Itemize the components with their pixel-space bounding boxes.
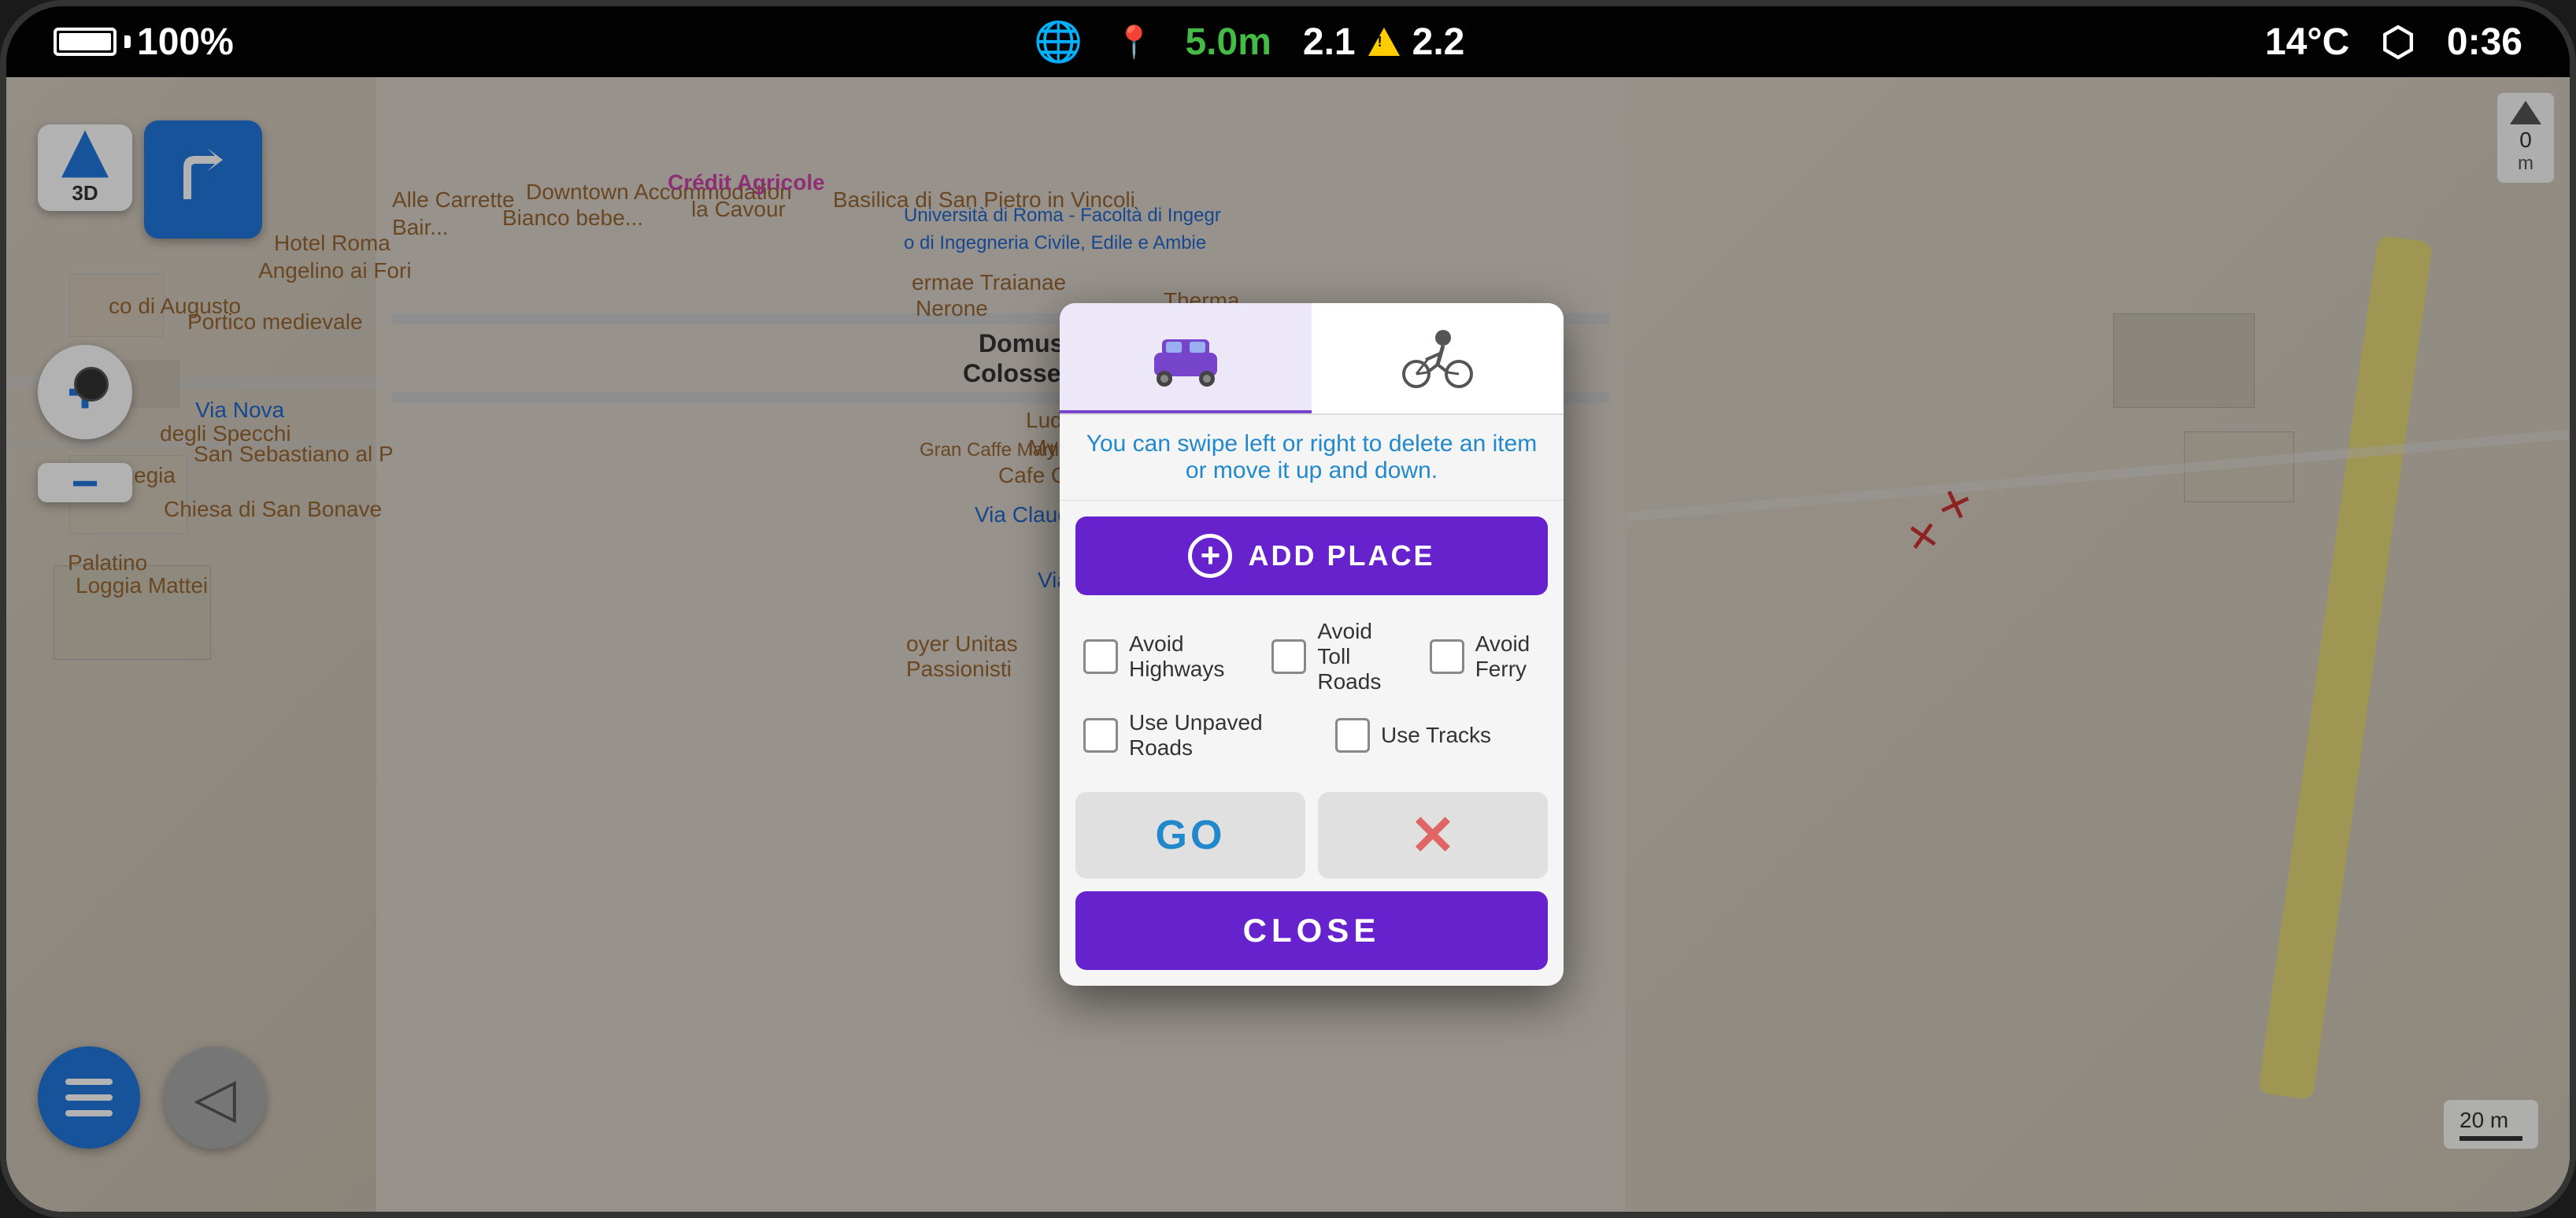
use-unpaved-label: Use Unpaved Roads xyxy=(1129,710,1288,761)
status-left: 100% xyxy=(54,20,234,64)
close-button[interactable]: CLOSE xyxy=(1075,891,1548,970)
route-modal: You can swipe left or right to delete an… xyxy=(1060,303,1564,986)
avoid-toll-roads-checkbox[interactable] xyxy=(1271,639,1306,674)
close-label: CLOSE xyxy=(1243,912,1381,950)
battery-percent: 100% xyxy=(137,20,234,64)
avoid-highways-item[interactable]: AvoidHighways xyxy=(1083,631,1224,682)
speed-display: 2.1 ! 2.2 xyxy=(1303,20,1464,64)
use-tracks-checkbox[interactable] xyxy=(1335,718,1370,753)
checkbox-row-2: Use Unpaved Roads Use Tracks xyxy=(1083,710,1540,761)
avoid-ferry-item[interactable]: Avoid Ferry xyxy=(1430,631,1540,682)
gps-icon: 📍 xyxy=(1115,24,1154,61)
avoid-toll-roads-label: Avoid TollRoads xyxy=(1317,619,1382,694)
avoid-highways-label: AvoidHighways xyxy=(1129,631,1224,682)
speed-limit: 2.2 xyxy=(1412,20,1465,64)
cancel-button[interactable]: ✕ xyxy=(1318,792,1548,879)
bike-mode-tab[interactable] xyxy=(1312,303,1564,413)
checkbox-row-1: AvoidHighways Avoid TollRoads Avoid Ferr… xyxy=(1083,619,1540,694)
use-tracks-item[interactable]: Use Tracks xyxy=(1335,718,1540,753)
battery-body xyxy=(54,28,117,56)
add-place-button[interactable]: + ADD PLACE xyxy=(1075,516,1548,595)
bike-icon xyxy=(1394,327,1481,390)
add-place-label: ADD PLACE xyxy=(1248,539,1434,572)
use-unpaved-item[interactable]: Use Unpaved Roads xyxy=(1083,710,1288,761)
avoid-ferry-checkbox[interactable] xyxy=(1430,639,1464,674)
gps-value: 5.0m xyxy=(1185,20,1271,64)
use-tracks-label: Use Tracks xyxy=(1381,723,1491,748)
car-mode-tab[interactable] xyxy=(1060,303,1312,413)
avoid-toll-roads-item[interactable]: Avoid TollRoads xyxy=(1271,619,1382,694)
warning-icon: ! xyxy=(1368,28,1400,56)
cancel-icon: ✕ xyxy=(1410,803,1456,868)
map-background: ✕ ✕ 20 m 0 m Alle Carrette Bair... Downt… xyxy=(6,77,2570,1212)
battery-icon: 100% xyxy=(54,20,234,64)
go-button[interactable]: GO xyxy=(1075,792,1305,879)
avoid-ferry-label: Avoid Ferry xyxy=(1475,631,1540,682)
hint-text: You can swipe left or right to delete an… xyxy=(1060,415,1564,501)
battery-tip xyxy=(124,35,131,48)
action-buttons: GO ✕ xyxy=(1075,792,1548,879)
bluetooth-icon: ⬡ xyxy=(2381,19,2415,65)
use-unpaved-checkbox[interactable] xyxy=(1083,718,1118,753)
time-display: 0:36 xyxy=(2447,20,2522,64)
status-bar: 100% 🌐 📍 5.0m 2.1 ! 2.2 14°C ⬡ 0:36 xyxy=(6,6,2570,77)
car-icon xyxy=(1142,325,1229,388)
go-label: GO xyxy=(1156,812,1226,859)
avoid-highways-checkbox[interactable] xyxy=(1083,639,1118,674)
transport-tabs xyxy=(1060,303,1564,415)
status-right: 14°C ⬡ 0:36 xyxy=(2265,19,2522,65)
status-center: 🌐 📍 5.0m 2.1 ! 2.2 xyxy=(1034,19,1464,65)
modal-overlay: You can swipe left or right to delete an… xyxy=(6,77,2570,1212)
globe-icon: 🌐 xyxy=(1034,19,1083,65)
temperature: 14°C xyxy=(2265,20,2349,64)
current-speed: 2.1 xyxy=(1303,20,1356,64)
phone-frame: 100% 🌐 📍 5.0m 2.1 ! 2.2 14°C ⬡ 0:36 xyxy=(0,0,2576,1218)
battery-fill xyxy=(59,33,111,50)
checkboxes-area: AvoidHighways Avoid TollRoads Avoid Ferr… xyxy=(1060,611,1564,784)
add-place-icon: + xyxy=(1188,534,1232,578)
